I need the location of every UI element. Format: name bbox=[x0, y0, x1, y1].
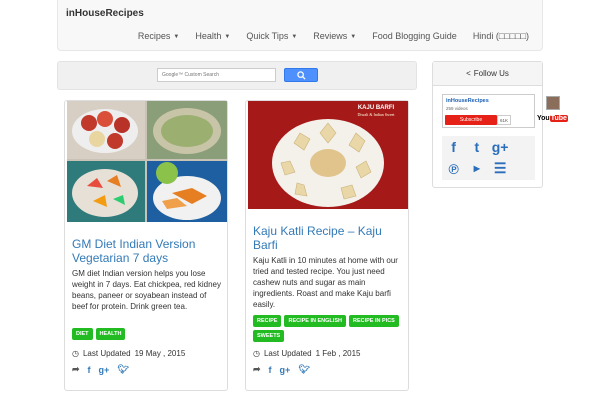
social-icons-grid: f t g+ . ℗ ▶ ☰ bbox=[442, 136, 535, 180]
top-navbar: inHouseRecipes Recipes ▼ Health ▼ Quick Ti… bbox=[57, 0, 543, 51]
youtube-logo[interactable]: YouTube bbox=[537, 115, 568, 122]
youtube-card: inHouseRecipes 259 videos Subscribe 61K bbox=[442, 94, 535, 128]
main-nav: Recipes ▼ Health ▼ Quick Tips ▼ Reviews ▼ Fo… bbox=[130, 31, 537, 41]
updated-label: Last Updated bbox=[263, 349, 312, 358]
post-tags: RECIPE RECIPE IN ENGLISH RECIPE IN PICS … bbox=[253, 315, 405, 342]
nav-food-blogging-guide[interactable]: Food Blogging Guide bbox=[364, 31, 465, 41]
pinterest-icon[interactable]: ℗ bbox=[448, 161, 458, 177]
image-subcaption: Diwali & Indian Sweet bbox=[358, 112, 396, 117]
rss-icon[interactable]: ☰ bbox=[494, 160, 507, 177]
tag-recipe-in-english[interactable]: RECIPE IN ENGLISH bbox=[284, 315, 346, 327]
kaju-barfi-image: KAJU BARFI Diwali & Indian Sweet bbox=[248, 101, 408, 209]
post-image-kaju-katli[interactable]: KAJU BARFI Diwali & Indian Sweet bbox=[248, 101, 408, 222]
facebook-share-icon[interactable]: f bbox=[88, 365, 91, 375]
clock-icon: ◷ bbox=[253, 349, 260, 358]
channel-avatar[interactable] bbox=[546, 96, 560, 110]
search-icon bbox=[296, 70, 306, 80]
tag-recipe-in-pics[interactable]: RECIPE IN PICS bbox=[348, 315, 399, 327]
youtube-video-count: 259 videos bbox=[446, 106, 468, 111]
share-icon[interactable]: ➦ bbox=[72, 364, 80, 375]
follow-us-header: < Follow Us bbox=[433, 62, 542, 86]
search-input[interactable] bbox=[157, 68, 276, 82]
post-card-gm-diet: GM Diet Indian Version Vegetarian 7 days… bbox=[64, 100, 228, 391]
updated-date: 19 May , 2015 bbox=[134, 349, 186, 358]
google-plus-share-icon[interactable]: g+ bbox=[99, 365, 110, 375]
nav-quick-tips[interactable]: Quick Tips ▼ bbox=[238, 31, 305, 41]
post-updated: ◷ Last Updated 1 Feb , 2015 bbox=[253, 349, 361, 358]
tag-diet[interactable]: DIET bbox=[72, 328, 93, 340]
nav-recipes[interactable]: Recipes ▼ bbox=[130, 31, 187, 41]
post-excerpt: GM diet Indian version helps you lose we… bbox=[72, 269, 221, 311]
clock-icon: ◷ bbox=[72, 349, 79, 358]
twitter-share-icon[interactable]: 🐦︎ bbox=[298, 364, 309, 375]
updated-date: 1 Feb , 2015 bbox=[315, 349, 361, 358]
post-card-kaju-katli: KAJU BARFI Diwali & Indian Sweet Kaju Ka… bbox=[245, 100, 409, 391]
post-title[interactable]: GM Diet Indian Version Vegetarian 7 days bbox=[72, 237, 227, 265]
nav-reviews[interactable]: Reviews ▼ bbox=[305, 31, 364, 41]
caret-down-icon: ▼ bbox=[291, 33, 298, 40]
youtube-channel-name[interactable]: inHouseRecipes bbox=[446, 98, 489, 104]
post-image-gm-diet[interactable] bbox=[67, 101, 227, 222]
search-bar bbox=[57, 61, 417, 90]
tag-health[interactable]: HEALTH bbox=[95, 328, 126, 340]
youtube-subscribe-box: inHouseRecipes 259 videos Subscribe 61K … bbox=[442, 94, 568, 129]
twitter-share-icon[interactable]: 🐦︎ bbox=[117, 364, 128, 375]
post-excerpt: Kaju Katli in 10 minutes at home with ou… bbox=[253, 256, 398, 309]
post-updated: ◷ Last Updated 19 May , 2015 bbox=[72, 349, 185, 358]
share-icon[interactable]: ➦ bbox=[253, 364, 261, 375]
caret-down-icon: ▼ bbox=[224, 33, 231, 40]
tag-sweets[interactable]: SWEETS bbox=[253, 330, 285, 342]
site-brand[interactable]: inHouseRecipes bbox=[66, 8, 144, 19]
share-alt-icon: < bbox=[466, 69, 471, 78]
youtube-subscribe-button[interactable]: Subscribe bbox=[445, 115, 497, 125]
twitter-icon[interactable]: t bbox=[475, 139, 480, 155]
follow-us-title: Follow Us bbox=[473, 69, 509, 78]
post-title[interactable]: Kaju Katli Recipe – Kaju Barfi bbox=[253, 224, 408, 252]
nav-hindi[interactable]: Hindi (□□□□□) bbox=[465, 31, 537, 41]
caret-down-icon: ▼ bbox=[173, 33, 180, 40]
follow-us-widget: < Follow Us inHouseRecipes 259 videos Su… bbox=[432, 61, 568, 188]
nav-health[interactable]: Health ▼ bbox=[187, 31, 238, 41]
post-tags: DIET HEALTH bbox=[72, 328, 224, 340]
youtube-subscriber-count: 61K bbox=[497, 115, 511, 125]
caret-down-icon: ▼ bbox=[350, 33, 357, 40]
google-plus-icon[interactable]: g+ bbox=[492, 139, 509, 155]
updated-label: Last Updated bbox=[82, 349, 131, 358]
google-plus-share-icon[interactable]: g+ bbox=[280, 365, 291, 375]
youtube-icon[interactable]: ▶ bbox=[474, 164, 480, 173]
image-caption: KAJU BARFI bbox=[358, 105, 395, 111]
tag-recipe[interactable]: RECIPE bbox=[253, 315, 282, 327]
fruit-collage-image bbox=[67, 101, 227, 222]
facebook-icon[interactable]: f bbox=[451, 139, 456, 155]
share-bar: ➦ f g+ 🐦︎ bbox=[72, 364, 129, 375]
search-button[interactable] bbox=[284, 68, 318, 82]
share-bar: ➦ f g+ 🐦︎ bbox=[253, 364, 310, 375]
facebook-share-icon[interactable]: f bbox=[269, 365, 272, 375]
